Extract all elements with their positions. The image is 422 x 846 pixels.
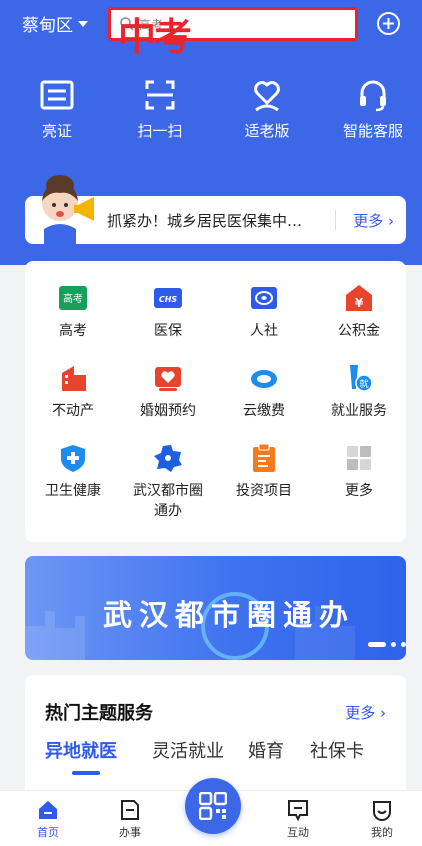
tab-social-card[interactable]: 社保卡 — [310, 737, 364, 763]
hot-services-section: 热门主题服务 更多 › 异地就医 灵活就业 婚育 社保卡 — [25, 675, 406, 795]
service-label: 医保 — [154, 323, 182, 339]
service-housing-fund[interactable]: ¥ 公积金 — [314, 283, 404, 341]
chat-icon — [288, 800, 308, 821]
carousel-indicator — [368, 642, 406, 647]
city-selector[interactable]: 蔡甸区 — [22, 11, 88, 36]
search-box[interactable]: 高考 — [108, 7, 358, 41]
scan-icon — [145, 80, 175, 110]
quick-action-label: 智能客服 — [342, 122, 403, 140]
employment-icon: 就 — [350, 365, 373, 392]
service-label: 人社 — [250, 323, 278, 339]
cloud-pay-icon — [251, 370, 277, 388]
notice-text: 抓紧办！城乡居民医保集中… — [107, 212, 303, 230]
top-bar: 蔡甸区 高考 中考 — [0, 0, 422, 56]
document-icon — [121, 800, 139, 820]
service-label: 武汉都市圈 通办 — [133, 483, 203, 519]
more-grid-icon — [347, 446, 371, 470]
service-social-security[interactable]: 人社 — [219, 283, 309, 341]
profile-icon — [373, 801, 391, 821]
service-cloud-payment[interactable]: 云缴费 — [219, 363, 309, 421]
service-investment[interactable]: 投资项目 — [219, 443, 309, 501]
section-title: 热门主题服务 — [45, 703, 153, 724]
quick-action-label: 亮证 — [41, 122, 72, 140]
nav-label: 互动 — [287, 826, 309, 839]
nav-label: 我的 — [371, 826, 393, 839]
service-health[interactable]: 卫生健康 — [28, 443, 118, 501]
city-label: 蔡甸区 — [22, 16, 73, 36]
nav-label: 首页 — [37, 826, 59, 839]
notice-more-link[interactable]: 更多 › — [353, 210, 394, 231]
nav-interact[interactable]: 互动 — [268, 799, 328, 840]
nav-label: 办事 — [119, 826, 141, 839]
service-marriage[interactable]: 婚姻预约 — [123, 363, 213, 421]
elderly-heart-icon — [254, 81, 280, 112]
svg-text:¥: ¥ — [355, 296, 364, 310]
service-label: 就业服务 — [331, 403, 387, 419]
marriage-icon — [155, 367, 181, 391]
search-placeholder: 高考 — [139, 17, 164, 32]
home-icon — [39, 801, 57, 819]
service-gaokao[interactable]: 高考 高考 — [28, 283, 118, 341]
service-grid: 高考 高考 CHS 医保 人社 ¥ 公积金 不动产 婚姻预约 云缴费 就 就业服… — [25, 261, 406, 542]
tab-marriage-childbirth[interactable]: 婚育 — [248, 737, 284, 763]
nav-profile[interactable]: 我的 — [352, 799, 412, 840]
id-card-icon — [40, 80, 74, 110]
quick-action-label: 扫一扫 — [137, 122, 183, 140]
search-icon — [120, 17, 134, 31]
quick-action-scan[interactable]: 扫一扫 — [115, 76, 205, 141]
social-security-icon — [251, 287, 277, 309]
service-medical-insurance[interactable]: CHS 医保 — [123, 283, 213, 341]
real-estate-icon — [62, 366, 86, 391]
service-more[interactable]: 更多 — [314, 443, 404, 501]
quick-action-show-id[interactable]: 亮证 — [12, 76, 102, 141]
mascot-icon — [42, 175, 94, 251]
wuhan-map-icon — [154, 445, 182, 472]
tab-remote-medical[interactable]: 异地就医 — [45, 737, 117, 763]
tab-flexible-employment[interactable]: 灵活就业 — [152, 737, 224, 763]
svg-text:就: 就 — [359, 378, 368, 390]
service-wuhan-metro[interactable]: 武汉都市圈 通办 — [123, 443, 213, 521]
investment-icon — [253, 443, 275, 472]
qr-scan-icon — [199, 792, 227, 820]
svg-text:高考: 高考 — [63, 292, 83, 305]
caret-down-icon — [78, 20, 88, 27]
health-icon — [61, 445, 85, 472]
banner-title: 武汉都市圈通办 — [103, 598, 356, 632]
quick-action-elderly[interactable]: 适老版 — [222, 76, 312, 141]
add-circle-icon[interactable] — [376, 11, 401, 36]
chs-icon: CHS — [154, 288, 182, 308]
hot-more-link[interactable]: 更多 › — [345, 702, 386, 723]
service-employment[interactable]: 就 就业服务 — [314, 363, 404, 421]
svg-text:CHS: CHS — [159, 295, 178, 304]
service-real-estate[interactable]: 不动产 — [28, 363, 118, 421]
service-label: 不动产 — [52, 403, 94, 419]
service-label: 投资项目 — [236, 483, 292, 499]
service-label: 卫生健康 — [45, 483, 101, 499]
headset-icon — [360, 80, 386, 112]
service-label: 公积金 — [338, 323, 380, 339]
housing-fund-icon: ¥ — [346, 285, 372, 311]
service-label: 婚姻预约 — [140, 403, 196, 419]
service-label: 更多 — [345, 483, 373, 499]
nav-services[interactable]: 办事 — [100, 799, 160, 840]
promo-banner[interactable]: 武汉都市圈通办 — [25, 556, 406, 660]
active-tab-indicator — [72, 771, 100, 775]
gaokao-icon: 高考 — [59, 286, 87, 310]
divider — [335, 210, 336, 230]
qr-scan-button[interactable] — [185, 778, 241, 834]
nav-home[interactable]: 首页 — [18, 799, 78, 840]
service-label: 高考 — [59, 323, 87, 339]
quick-action-label: 适老版 — [244, 122, 290, 140]
service-label: 云缴费 — [243, 403, 285, 419]
quick-action-customer-service[interactable]: 智能客服 — [328, 76, 418, 141]
